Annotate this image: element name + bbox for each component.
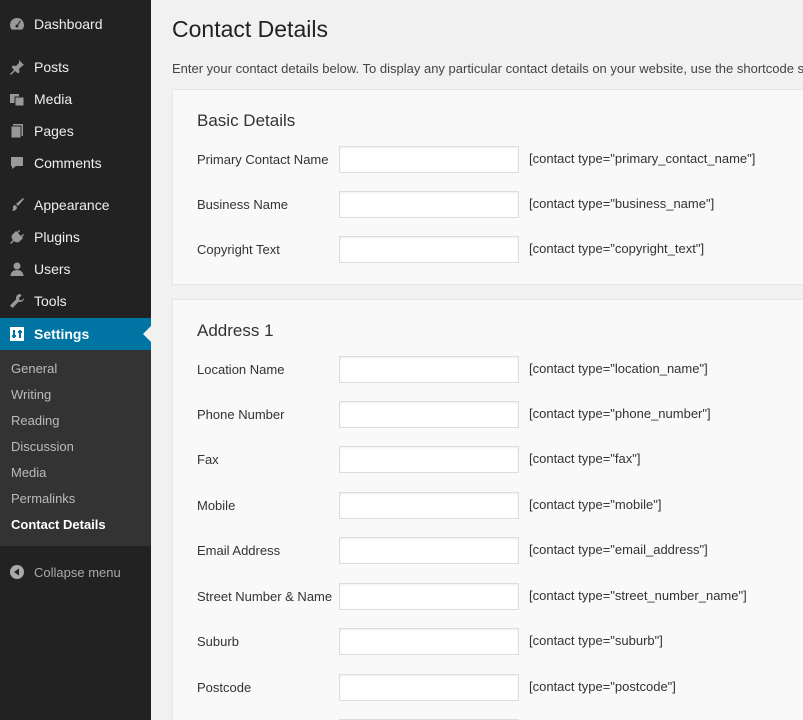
menu-item-label: Pages [34,123,74,139]
main-content: Contact Details Enter your contact detai… [151,0,803,720]
wrench-icon [0,293,34,309]
field-label: Primary Contact Name [197,152,329,167]
menu-item-label: Plugins [34,229,80,245]
shortcode-text: [contact type="email_address"] [529,542,708,557]
pages-icon [0,123,34,139]
mobile-input[interactable] [339,492,519,519]
shortcode-text: [contact type="phone_number"] [529,406,711,421]
field-label: Mobile [197,498,236,513]
fax-input[interactable] [339,446,519,473]
shortcode-text: [contact type="primary_contact_name"] [529,151,756,166]
email-address-input[interactable] [339,537,519,564]
menu-item-label: Users [34,261,71,277]
form-row-email-address: Email Address [contact type="email_addre… [173,537,803,564]
intro-text: Enter your contact details below. To dis… [172,61,803,76]
section-title: Basic Details [197,111,296,130]
current-menu-arrow [143,326,151,342]
section-title: Address 1 [197,321,274,340]
form-row-primary-contact-name: Primary Contact Name [contact type="prim… [173,146,803,173]
submenu-item-media[interactable]: Media [11,465,46,480]
menu-item-appearance[interactable]: Appearance [0,189,151,221]
field-label: Phone Number [197,407,285,422]
form-row-postcode: Postcode [contact type="postcode"] [173,674,803,701]
postcode-input[interactable] [339,674,519,701]
shortcode-text: [contact type="copyright_text"] [529,241,705,256]
submenu-item-contact-details[interactable]: Contact Details [11,517,106,532]
comment-icon [0,155,34,171]
plug-icon [0,229,34,245]
menu-item-label: Posts [34,59,70,75]
menu-item-plugins[interactable]: Plugins [0,221,151,253]
field-label: Street Number & Name [197,589,333,604]
menu-item-label: Comments [34,155,102,171]
phone-number-input[interactable] [339,401,519,428]
form-row-suburb: Suburb [contact type="suburb"] [173,628,803,655]
field-label: Location Name [197,362,285,377]
form-row-mobile: Mobile [contact type="mobile"] [173,492,803,519]
shortcode-text: [contact type="location_name"] [529,361,708,376]
location-name-input[interactable] [339,356,519,383]
menu-item-users[interactable]: Users [0,253,151,285]
field-label: Business Name [197,197,289,212]
page-title: Contact Details [172,16,328,42]
settings-icon [0,326,34,342]
shortcode-text: [contact type="fax"] [529,451,641,466]
menu-item-tools[interactable]: Tools [0,285,151,317]
field-label: Copyright Text [197,242,280,257]
submenu-item-permalinks[interactable]: Permalinks [11,491,75,506]
submenu-item-reading[interactable]: Reading [11,413,59,428]
dashboard-icon [0,16,34,32]
form-row-fax: Fax [contact type="fax"] [173,446,803,473]
form-row-location-name: Location Name [contact type="location_na… [173,356,803,383]
collapse-arrow-icon [0,564,34,580]
form-row-phone-number: Phone Number [contact type="phone_number… [173,401,803,428]
menu-item-comments[interactable]: Comments [0,147,151,179]
collapse-menu-button[interactable]: Collapse menu [0,559,151,585]
menu-item-dashboard[interactable]: Dashboard [0,8,151,40]
shortcode-text: [contact type="postcode"] [529,679,676,694]
field-label: Fax [197,452,219,467]
paintbrush-icon [0,197,34,213]
menu-item-pages[interactable]: Pages [0,115,151,147]
field-label: Postcode [197,680,252,695]
form-row-copyright-text: Copyright Text [contact type="copyright_… [173,236,803,263]
street-number-name-input[interactable] [339,583,519,610]
copyright-text-input[interactable] [339,236,519,263]
field-label: Suburb [197,634,239,649]
shortcode-text: [contact type="mobile"] [529,497,662,512]
suburb-input[interactable] [339,628,519,655]
shortcode-text: [contact type="business_name"] [529,196,715,211]
menu-item-settings[interactable]: Settings [0,318,151,350]
form-row-street-number-name: Street Number & Name [contact type="stre… [173,583,803,610]
menu-item-label: Media [34,91,73,107]
menu-item-label: Settings [34,326,90,342]
admin-sidebar: Dashboard Posts Media Pages Comments App… [0,0,151,720]
primary-contact-name-input[interactable] [339,146,519,173]
pushpin-icon [0,59,34,75]
address-1-panel: Address 1 Location Name [contact type="l… [172,299,803,720]
field-label: Email Address [197,543,281,558]
menu-item-posts[interactable]: Posts [0,51,151,83]
menu-item-label: Appearance [34,197,110,213]
business-name-input[interactable] [339,191,519,218]
form-row-business-name: Business Name [contact type="business_na… [173,191,803,218]
submenu-item-discussion[interactable]: Discussion [11,439,74,454]
collapse-menu-label: Collapse menu [34,564,121,580]
settings-submenu: General Writing Reading Discussion Media… [0,350,151,546]
shortcode-text: [contact type="suburb"] [529,633,663,648]
basic-details-panel: Basic Details Primary Contact Name [cont… [172,89,803,285]
menu-item-label: Tools [34,293,67,309]
submenu-item-general[interactable]: General [11,361,57,376]
menu-item-label: Dashboard [34,16,103,32]
shortcode-text: [contact type="street_number_name"] [529,588,747,603]
menu-item-media[interactable]: Media [0,83,151,115]
media-icon [0,91,34,107]
user-icon [0,261,34,277]
submenu-item-writing[interactable]: Writing [11,387,51,402]
